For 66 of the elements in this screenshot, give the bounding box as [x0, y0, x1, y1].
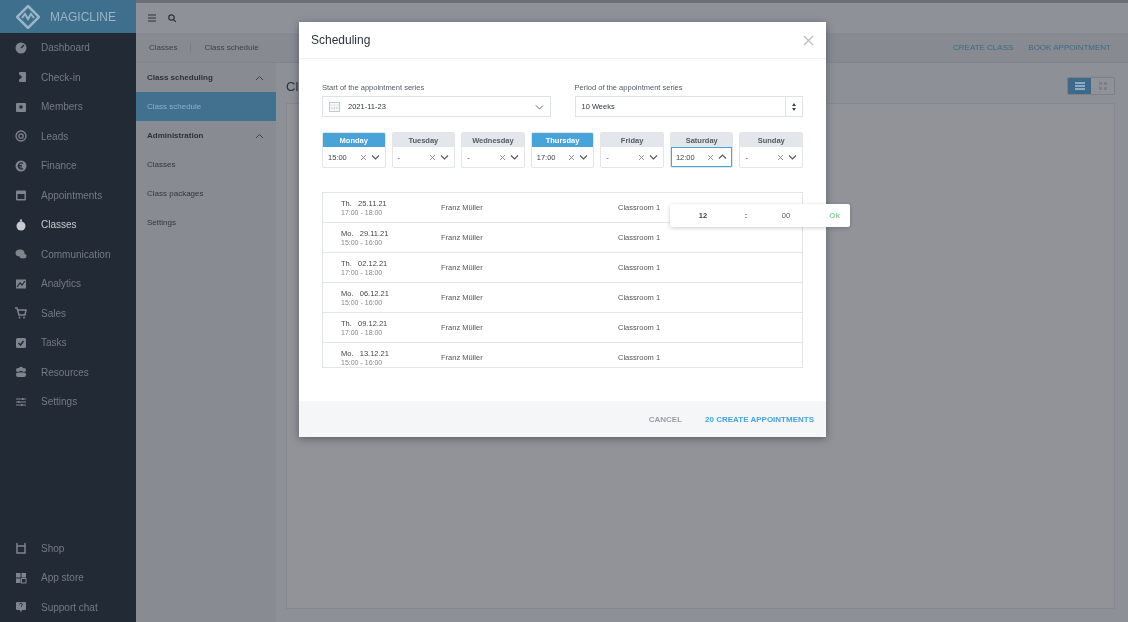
subnav-item[interactable]: Classes — [136, 150, 276, 179]
menu-icon[interactable] — [148, 14, 156, 22]
chevron-down-icon — [370, 154, 380, 160]
logo-icon — [16, 4, 40, 29]
target-icon — [15, 130, 27, 143]
sidebar-item[interactable]: Finance — [0, 151, 136, 181]
app-logo-text: MAGICLINE — [50, 9, 116, 24]
sidebar-item[interactable]: Check-in — [0, 62, 136, 92]
help-bubble-icon — [15, 601, 27, 614]
clear-icon[interactable] — [359, 153, 367, 161]
spinner-arrows-icon — [791, 101, 797, 112]
clear-icon[interactable] — [707, 153, 715, 161]
cart-icon — [15, 307, 27, 320]
id-card-icon — [15, 100, 27, 113]
checkbox-icon — [15, 336, 27, 349]
sidebar-item[interactable]: Resources — [0, 357, 136, 387]
sidebar-item[interactable]: Analytics — [0, 269, 136, 299]
ok-button[interactable]: Ok — [829, 211, 840, 220]
clear-icon[interactable] — [498, 153, 506, 161]
chevron-down-icon — [579, 154, 589, 160]
subnav-section-header[interactable]: Class scheduling — [136, 63, 276, 92]
clear-icon[interactable] — [568, 153, 576, 161]
sidebar-item[interactable]: App store — [0, 563, 136, 593]
chevron-down-icon — [534, 103, 544, 110]
chevron-down-icon — [648, 154, 658, 160]
chevron-down-icon — [788, 154, 798, 160]
chevron-up-icon — [718, 154, 728, 160]
breadcrumb-link[interactable]: Class schedule — [190, 43, 272, 52]
chart-icon — [15, 277, 27, 290]
chat-bubbles-icon — [15, 248, 27, 261]
sidebar-item[interactable]: Leads — [0, 121, 136, 151]
chevron-down-icon — [509, 154, 519, 160]
close-icon[interactable] — [803, 34, 814, 46]
subnav-section-header[interactable]: Administration — [136, 121, 276, 150]
view-toggle-button[interactable] — [1068, 78, 1091, 94]
subnav-item[interactable]: Class schedule — [136, 92, 276, 121]
clear-icon[interactable] — [637, 153, 645, 161]
create-appointments-button[interactable]: 20 CREATE APPOINTMENTS — [705, 414, 814, 424]
sidebar-item[interactable]: Communication — [0, 239, 136, 269]
calendar-icon — [329, 101, 340, 112]
sidebar-item[interactable]: Settings — [0, 387, 136, 417]
sidebar-item[interactable]: Members — [0, 92, 136, 122]
cancel-button[interactable]: CANCEL — [648, 414, 683, 424]
sidebar-item[interactable]: Sales — [0, 298, 136, 328]
chevron-down-icon — [440, 154, 450, 160]
euro-icon — [15, 159, 27, 172]
calendar-icon — [15, 189, 27, 202]
subnav-item[interactable]: Settings — [136, 208, 276, 237]
subnav-item[interactable]: Class packages — [136, 179, 276, 208]
sidebar-item[interactable]: Tasks — [0, 328, 136, 358]
sidebar-item[interactable]: Support chat — [0, 592, 136, 622]
sidebar-item[interactable]: Appointments — [0, 180, 136, 210]
search-icon[interactable] — [168, 14, 176, 22]
page-title: Cl — [286, 78, 299, 94]
clear-icon[interactable] — [777, 153, 785, 161]
dialog-title: Scheduling — [311, 33, 371, 47]
sliders-icon — [15, 395, 27, 408]
sidebar-item[interactable]: Dashboard — [0, 33, 136, 63]
list-icon — [1074, 82, 1085, 90]
clear-icon[interactable] — [429, 153, 437, 161]
stopwatch-icon — [15, 218, 27, 231]
sidebar-item[interactable]: Classes — [0, 210, 136, 240]
breadcrumb-link[interactable]: Classes — [136, 43, 191, 52]
gauge-icon — [15, 41, 27, 54]
sidebar-item[interactable]: Shop — [0, 533, 136, 563]
app-grid-icon — [15, 571, 27, 584]
